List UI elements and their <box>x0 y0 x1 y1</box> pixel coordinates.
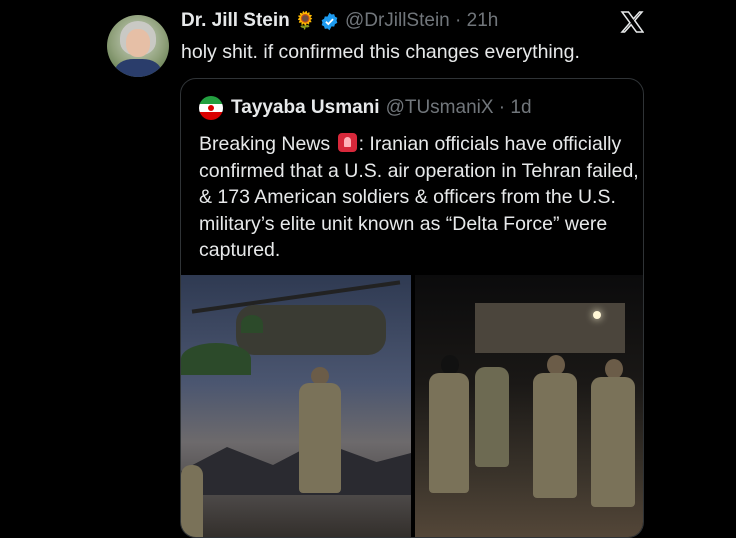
soldier-shape <box>429 373 469 493</box>
quote-text: Breaking News : Iranian officials have o… <box>199 131 639 264</box>
soldier-shape <box>591 377 635 507</box>
light-shape <box>593 311 601 319</box>
soldier-shape <box>475 367 509 467</box>
soldier-shape <box>181 465 203 537</box>
author-handle-time[interactable]: @DrJillStein · 21h <box>345 10 498 32</box>
soldiers-photo[interactable] <box>415 275 643 537</box>
tweet-header: Dr. Jill Stein 🌻 @DrJillStein · 21h <box>181 10 498 32</box>
soldier-head <box>441 355 459 375</box>
paratrooper-photo[interactable] <box>181 275 411 537</box>
soldier-shape <box>533 373 577 498</box>
sunflower-emoji: 🌻 <box>294 11 316 30</box>
quote-header: Tayyaba Usmani @TUsmaniX · 1d <box>199 96 532 120</box>
siren-emoji-icon <box>337 133 357 152</box>
avatar-face <box>126 29 150 57</box>
parachute-shape <box>181 343 251 375</box>
building-shape <box>475 303 625 353</box>
soldier-head <box>547 355 565 375</box>
author-avatar[interactable] <box>107 15 169 77</box>
verified-badge-icon <box>320 12 339 31</box>
soldier-shape <box>299 383 341 493</box>
quote-media[interactable] <box>181 275 643 537</box>
mountains-shape <box>181 441 411 495</box>
parachute-shape <box>241 315 263 333</box>
quote-author-name[interactable]: Tayyaba Usmani <box>231 97 380 119</box>
iran-flag-icon <box>199 96 223 120</box>
avatar-shirt <box>115 59 161 77</box>
quoted-tweet[interactable]: Tayyaba Usmani @TUsmaniX · 1d Breaking N… <box>180 78 644 538</box>
tweet-text: holy shit. if confirmed this changes eve… <box>181 41 580 63</box>
author-name[interactable]: Dr. Jill Stein <box>181 10 290 32</box>
quote-handle-time[interactable]: @TUsmaniX · 1d <box>386 97 532 119</box>
quote-text-start: Breaking News <box>199 133 331 155</box>
soldier-head <box>605 359 623 379</box>
x-logo-icon <box>620 10 645 36</box>
